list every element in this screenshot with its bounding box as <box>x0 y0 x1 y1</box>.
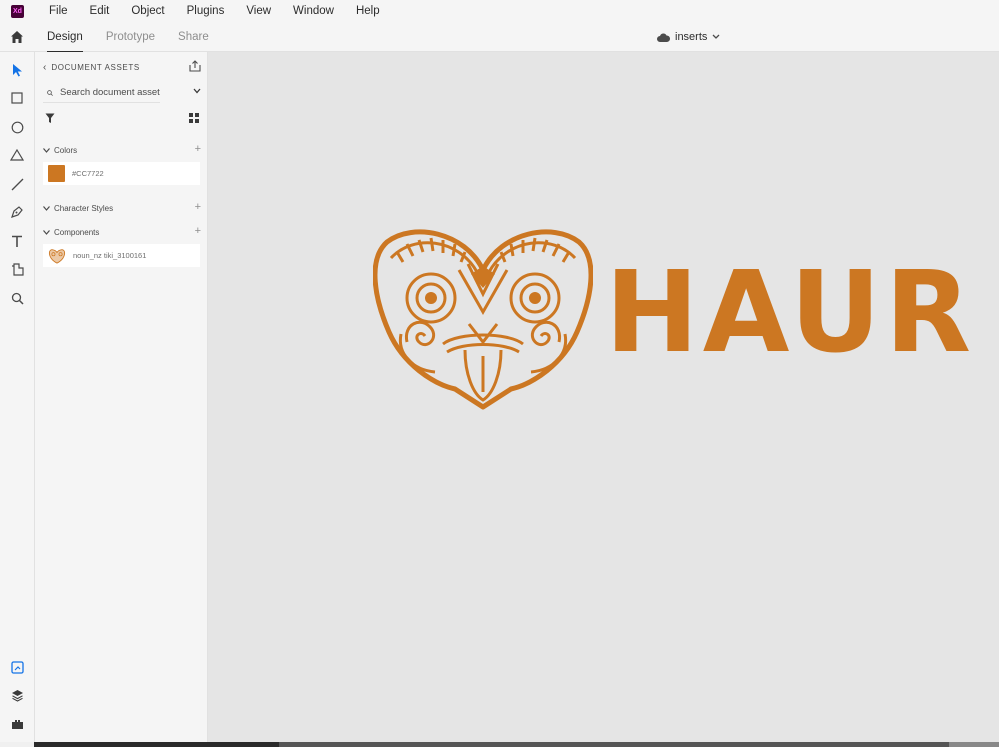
magnifier-icon[interactable] <box>9 290 25 306</box>
menu-object[interactable]: Object <box>123 0 172 23</box>
taskbar-strip <box>34 742 279 747</box>
scrollbar-end <box>949 742 999 747</box>
tiki-thumbnail-icon <box>48 248 66 264</box>
tool-rail <box>0 52 35 742</box>
polygon-triangle-icon[interactable] <box>9 147 25 163</box>
pen-icon[interactable] <box>9 204 25 220</box>
tiki-face-artwork[interactable] <box>373 224 593 410</box>
menu-edit[interactable]: Edit <box>82 0 118 23</box>
menu-plugins[interactable]: Plugins <box>179 0 233 23</box>
search-icon <box>47 89 53 96</box>
share-export-icon[interactable] <box>189 60 201 75</box>
plugin-icon[interactable] <box>9 716 25 732</box>
mode-tab-bar: Design Prototype Share inserts <box>0 23 999 53</box>
grid-view-icon[interactable] <box>189 112 199 126</box>
section-label: Colors <box>54 145 78 155</box>
menu-items: File Edit Object Plugins View Window Hel… <box>41 0 394 23</box>
chevron-down-icon <box>712 34 720 39</box>
ellipse-circle-icon[interactable] <box>9 119 25 135</box>
cloud-icon <box>657 33 670 42</box>
document-title-dropdown[interactable]: inserts <box>657 23 720 51</box>
assets-icon[interactable] <box>9 659 25 675</box>
app-logo[interactable]: Xd <box>11 5 24 18</box>
assets-header[interactable]: ‹ DOCUMENT ASSETS <box>43 62 140 73</box>
menu-window[interactable]: Window <box>285 0 342 23</box>
artboard-icon[interactable] <box>9 261 25 277</box>
mode-tabs: Design Prototype Share <box>47 23 232 53</box>
text-icon[interactable] <box>9 233 25 249</box>
section-label: Components <box>54 227 100 237</box>
component-label: noun_nz tiki_3100161 <box>73 251 147 260</box>
color-swatch <box>48 165 65 182</box>
wordmark-text[interactable]: HAUR <box>605 257 975 369</box>
tab-design[interactable]: Design <box>47 23 83 53</box>
menu-file[interactable]: File <box>41 0 76 23</box>
color-hex-label: #CC7722 <box>72 169 104 178</box>
add-component-icon[interactable]: + <box>195 225 201 237</box>
search-box <box>43 83 160 103</box>
layers-icon[interactable] <box>9 687 25 703</box>
section-components[interactable]: Components + <box>43 225 201 239</box>
chevron-down-icon <box>43 205 50 211</box>
section-colors[interactable]: Colors + <box>43 143 201 157</box>
back-chevron-icon[interactable]: ‹ <box>43 62 46 73</box>
document-title: inserts <box>675 31 708 43</box>
filter-icon[interactable] <box>45 113 55 127</box>
section-label: Character Styles <box>54 203 114 213</box>
chevron-down-icon <box>43 147 50 153</box>
tab-prototype[interactable]: Prototype <box>106 23 155 53</box>
component-row[interactable]: noun_nz tiki_3100161 <box>43 244 200 267</box>
home-icon[interactable] <box>9 29 25 45</box>
horizontal-scroll-thumb[interactable] <box>279 742 949 747</box>
search-input[interactable] <box>60 87 160 98</box>
chevron-down-icon <box>43 229 50 235</box>
section-character-styles[interactable]: Character Styles + <box>43 201 201 215</box>
line-icon[interactable] <box>9 176 25 192</box>
tab-share[interactable]: Share <box>178 23 209 53</box>
rectangle-square-icon[interactable] <box>9 90 25 106</box>
assets-panel: ‹ DOCUMENT ASSETS Colors + #CC7722 Chara… <box>35 52 208 742</box>
design-canvas[interactable]: HAUR <box>208 52 999 742</box>
select-tool-arrow-icon[interactable] <box>9 62 25 78</box>
bottom-scrollbar <box>0 742 999 747</box>
menu-view[interactable]: View <box>238 0 279 23</box>
add-character-style-icon[interactable]: + <box>195 201 201 213</box>
chevron-down-icon[interactable] <box>193 88 201 94</box>
assets-title: DOCUMENT ASSETS <box>51 63 140 72</box>
color-swatch-row[interactable]: #CC7722 <box>43 162 200 185</box>
menu-bar: Xd File Edit Object Plugins View Window … <box>0 0 999 23</box>
add-color-icon[interactable]: + <box>195 143 201 155</box>
app-logo-text: Xd <box>13 8 22 15</box>
menu-help[interactable]: Help <box>348 0 388 23</box>
